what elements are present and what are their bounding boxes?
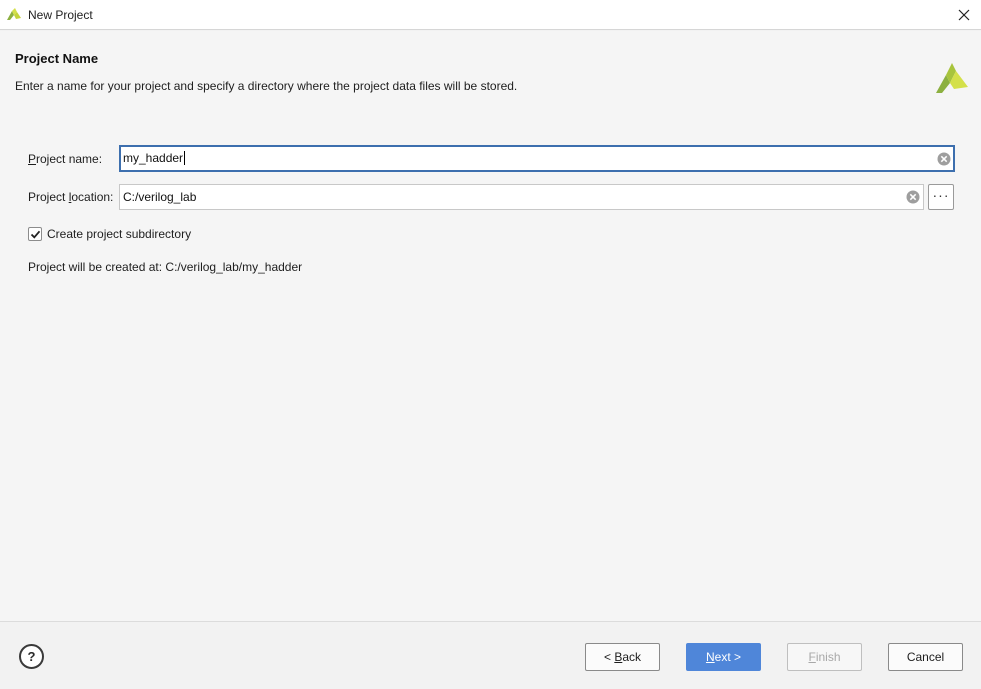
checkmark-icon — [30, 230, 41, 239]
project-location-label: Project location: — [28, 190, 114, 204]
browse-button[interactable]: ··· — [928, 184, 954, 210]
project-created-at-text: Project will be created at: C:/verilog_l… — [28, 260, 303, 274]
window-title: New Project — [28, 8, 93, 22]
vivado-logo-icon — [7, 8, 21, 20]
project-name-value: my_hadder — [123, 151, 184, 165]
next-button[interactable]: Next > — [686, 643, 761, 671]
finish-button: Finish — [787, 643, 862, 671]
back-button[interactable]: < Back — [585, 643, 660, 671]
page-title: Project Name — [15, 51, 99, 66]
wizard-content: Project name: my_hadder Project location… — [0, 115, 981, 621]
help-button[interactable]: ? — [19, 644, 44, 669]
cancel-button[interactable]: Cancel — [888, 643, 963, 671]
vivado-logo-icon — [936, 63, 968, 93]
project-name-label: Project name: — [28, 152, 103, 166]
clear-circle-icon[interactable] — [937, 152, 951, 166]
create-subdirectory-checkbox[interactable] — [28, 227, 42, 241]
page-subtitle: Enter a name for your project and specif… — [15, 79, 518, 93]
title-bar: New Project — [0, 0, 981, 30]
project-name-input[interactable]: my_hadder — [119, 145, 955, 172]
close-icon[interactable] — [953, 4, 975, 26]
project-location-value: C:/verilog_lab — [123, 190, 197, 204]
clear-circle-icon[interactable] — [906, 190, 920, 204]
project-created-at-path: C:/verilog_lab/my_hadder — [165, 260, 303, 274]
create-subdirectory-label[interactable]: Create project subdirectory — [47, 227, 191, 241]
project-location-input[interactable]: C:/verilog_lab — [119, 184, 924, 210]
wizard-header: Project Name Enter a name for your proje… — [0, 31, 981, 115]
wizard-footer: ? < Back Next > Finish Cancel — [0, 621, 981, 689]
